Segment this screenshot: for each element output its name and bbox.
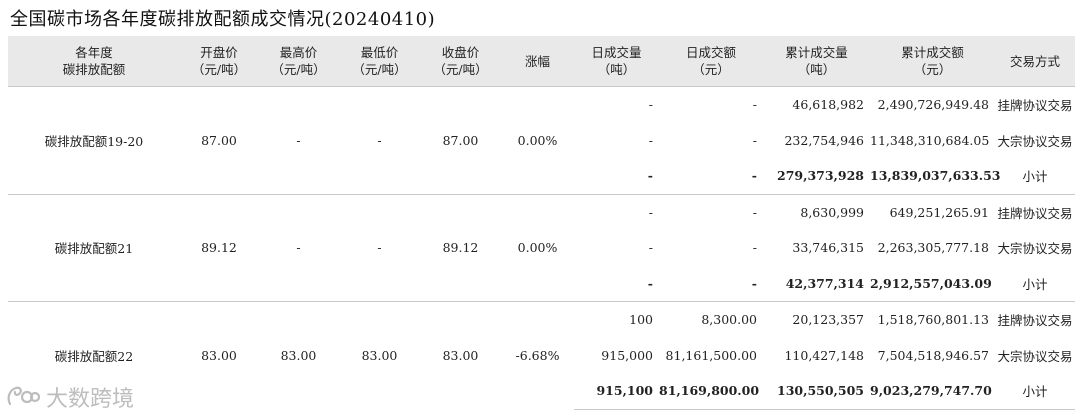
close-price: 87.00 [420, 86, 501, 194]
col-header-day-volume: 日成交量 （吨） [574, 36, 659, 87]
table-header-row: 各年度 碳排放配额 开盘价 （元/吨） 最高价 （元/吨） 最低价 （元/吨） 收盘价（… [8, 36, 1075, 87]
col-header-change: 涨幅 [501, 36, 574, 87]
trade-mode: 小计 [995, 373, 1075, 410]
cum-amount: 9,023,279,747.70 [870, 373, 995, 410]
table-row: 碳排放配额21 89.12 - - 89.12 0.00% - - 8,630,… [8, 193, 1075, 302]
variety-name: 碳排放配额19-20 [8, 86, 180, 194]
cum-volume: 130,550,505 [763, 373, 870, 410]
price-change: 0.00% [501, 193, 574, 302]
trade-mode: 大宗协议交易 [997, 241, 1073, 257]
trade-mode: 大宗协议交易 [997, 348, 1073, 364]
high-price: - [258, 86, 339, 194]
carbon-trading-table: 各年度 碳排放配额 开盘价 （元/吨） 最高价 （元/吨） 最低价 （元/吨） 收盘价（… [8, 36, 1075, 410]
day-amount: 8,300.00 [659, 301, 763, 338]
open-price: 89.12 [180, 193, 258, 302]
day-volume: - [574, 193, 659, 230]
variety-name: 碳排放配额21 [8, 193, 180, 302]
cum-volume: 110,427,148 [784, 347, 864, 363]
day-amount: - [752, 132, 757, 148]
day-volume: 100 [574, 301, 659, 338]
col-header-cum-amount: 累计成交额 （元） [870, 36, 995, 87]
watermark-text: 大数跨境 [46, 387, 135, 412]
cum-amount: 1,518,760,801.13 [870, 301, 995, 338]
low-price: - [339, 193, 420, 302]
day-amount: - [659, 86, 763, 123]
day-volume: - [648, 240, 653, 256]
cum-amount: 2,263,305,777.18 [877, 240, 989, 256]
price-change: 0.00% [501, 86, 574, 194]
day-volume: - [574, 86, 659, 123]
day-amount: - [751, 275, 757, 291]
high-price: - [258, 193, 339, 302]
col-header-cum-volume: 累计成交量 （吨） [763, 36, 870, 87]
high-price: 83.00 [258, 301, 339, 409]
cum-volume: 42,377,314 [785, 275, 864, 291]
day-amount: - [659, 193, 763, 230]
price-change: -6.68% [501, 301, 574, 409]
close-price: 83.00 [420, 301, 501, 409]
day-amount: 81,161,500.00 [665, 347, 757, 363]
day-amount: - [752, 240, 757, 256]
day-volume: - [648, 132, 653, 148]
col-header-day-amount: 日成交额 （元） [659, 36, 763, 87]
cum-volume: 33,746,315 [792, 240, 864, 256]
col-header-low: 最低价 （元/吨） [339, 36, 420, 87]
cum-volume: 46,618,982 [763, 86, 870, 123]
col-header-trade-mode: 交易方式 [995, 36, 1075, 87]
table-row: 碳排放配额22 83.00 83.00 83.00 83.00 -6.68% 1… [8, 301, 1075, 409]
day-volume: - [647, 168, 653, 184]
col-header-high: 最高价 （元/吨） [258, 36, 339, 87]
col-header-variety: 各年度 碳排放配额 [8, 36, 180, 87]
cum-volume: 8,630,999 [763, 193, 870, 230]
trade-mode: 小计 [1022, 169, 1048, 185]
page-title: 全国碳市场各年度碳排放配额成交情况(20240410) [10, 9, 436, 30]
col-header-close: 收盘价 （元/吨） [420, 36, 501, 87]
cum-volume: 232,754,946 [784, 132, 864, 148]
trade-mode: 挂牌协议交易 [995, 301, 1075, 338]
col-header-open: 开盘价 （元/吨） [180, 36, 258, 87]
cum-amount: 2,490,726,949.48 [870, 86, 995, 123]
day-volume: - [647, 275, 653, 291]
cum-volume: 20,123,357 [763, 301, 870, 338]
open-price: 87.00 [180, 86, 258, 194]
trade-mode: 挂牌协议交易 [995, 193, 1075, 230]
day-volume: 915,000 [601, 347, 653, 363]
day-amount: - [751, 168, 757, 184]
cum-amount: 649,251,265.91 [870, 193, 995, 230]
close-price: 89.12 [420, 193, 501, 302]
cum-amount: 11,348,310,684.05 [870, 132, 990, 148]
watermark: 大数跨境 [6, 382, 134, 412]
low-price: 83.00 [339, 301, 420, 409]
day-volume: 915,100 [574, 373, 659, 410]
brand-logo-icon [7, 386, 40, 406]
trade-mode: 挂牌协议交易 [995, 86, 1075, 123]
low-price: - [339, 86, 420, 194]
cum-amount: 13,839,037,633.53 [870, 168, 1001, 184]
cum-amount: 7,504,518,946.57 [877, 347, 989, 363]
cum-amount: 2,912,557,043.09 [870, 275, 992, 291]
cum-volume: 279,373,928 [777, 168, 864, 184]
table-row: 碳排放配额19-20 87.00 - - 87.00 0.00% - - 46,… [8, 86, 1075, 194]
trade-mode: 大宗协议交易 [997, 133, 1073, 149]
trade-mode: 小计 [1022, 276, 1048, 292]
open-price: 83.00 [180, 301, 258, 409]
day-amount: 81,169,800.00 [659, 373, 763, 410]
